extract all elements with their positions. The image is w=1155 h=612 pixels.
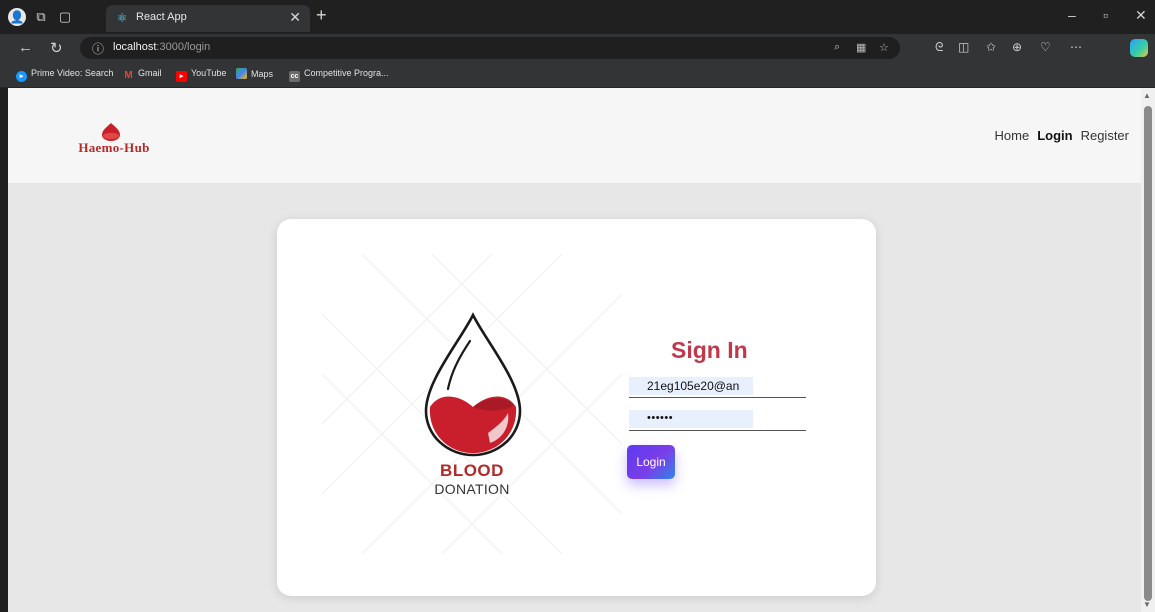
minimize-icon[interactable]: – (1068, 7, 1076, 23)
site-navbar: Haemo-Hub Home Login Register (8, 88, 1141, 183)
tab-actions-icon[interactable]: ▢ (56, 8, 74, 26)
donation-subtitle: DONATION (434, 481, 510, 497)
more-menu-icon[interactable]: ⋯ (1070, 40, 1082, 54)
email-field[interactable]: 21eg105e20@an (629, 376, 806, 398)
nav-register-link[interactable]: Register (1081, 128, 1129, 143)
email-value: 21eg105e20@an (647, 379, 740, 393)
site-menu: Home Login Register (987, 128, 1130, 143)
scroll-thumb[interactable] (1144, 106, 1152, 601)
split-screen-icon[interactable]: ◫ (958, 40, 969, 54)
reader-view-icon[interactable]: ▦ (856, 41, 866, 54)
close-window-icon[interactable]: ✕ (1135, 7, 1147, 24)
blood-drop-logo-icon (102, 123, 120, 141)
site-info-icon[interactable]: ⓘ (92, 40, 104, 57)
login-card: BLOOD DONATION Sign In 21eg105e20@an •••… (277, 219, 876, 596)
bookmark-competitive-programming[interactable]: cc Competitive Progra... (289, 68, 389, 82)
page-scrollbar[interactable]: ▲ ▼ (1141, 88, 1155, 612)
bookmarks-bar: ▸ Prime Video: Search M Gmail ▸ YouTube Map… (0, 62, 1155, 88)
bookmark-youtube[interactable]: ▸ YouTube (176, 68, 226, 82)
play-icon: ▸ (16, 71, 27, 82)
address-bar[interactable]: ⓘ localhost:3000/login ⌕ ▦ ☆ (80, 37, 900, 59)
react-favicon-icon: ⚛ (116, 11, 128, 25)
bookmark-gmail[interactable]: M Gmail (123, 68, 161, 81)
login-button[interactable]: Login (627, 445, 675, 479)
haemo-hub-logo[interactable]: Haemo-Hub (54, 122, 174, 156)
collections-icon[interactable]: ⊕ (1012, 40, 1022, 54)
scroll-down-icon[interactable]: ▼ (1143, 600, 1151, 609)
profile-icon[interactable]: 👤 (8, 8, 26, 26)
tab-react-app[interactable]: ⚛ React App ✕ (106, 5, 310, 32)
gmail-icon: M (124, 70, 133, 81)
nav-home-link[interactable]: Home (995, 128, 1030, 143)
refresh-icon[interactable]: ↻ (50, 39, 63, 57)
search-icon[interactable]: ⌕ (834, 41, 840, 54)
extension-icon[interactable]: ᘓ (935, 40, 943, 55)
password-mask: •••••• (647, 412, 674, 424)
tab-title: React App (136, 11, 187, 23)
blood-drop-illustration-icon (424, 312, 522, 457)
favorites-icon[interactable]: ✩ (986, 40, 996, 54)
scroll-up-icon[interactable]: ▲ (1143, 91, 1151, 100)
browser-tab-bar: 👤 ⧉ ▢ ⚛ React App ✕ + – ▫ ✕ (0, 0, 1155, 34)
copilot-icon[interactable] (1130, 39, 1148, 57)
new-tab-icon[interactable]: + (316, 5, 327, 26)
address-toolbar: ← ↻ ⓘ localhost:3000/login ⌕ ▦ ☆ ᘓ ◫ ✩ ⊕… (0, 34, 1155, 62)
workspaces-icon[interactable]: ⧉ (32, 8, 50, 26)
nav-login-link[interactable]: Login (1037, 128, 1072, 143)
sign-in-heading: Sign In (671, 337, 748, 363)
browser-essentials-icon[interactable]: ♡ (1040, 40, 1051, 54)
bookmark-maps[interactable]: Maps (236, 68, 273, 79)
bookmark-prime-video[interactable]: ▸ Prime Video: Search (16, 68, 113, 82)
restore-icon[interactable]: ▫ (1103, 7, 1108, 23)
url-text: localhost:3000/login (113, 41, 211, 53)
page-viewport: Haemo-Hub Home Login Register BLOOD DONA… (8, 88, 1141, 612)
logo-text: Haemo-Hub (78, 140, 150, 155)
blood-title: BLOOD (440, 461, 504, 480)
favorite-star-icon[interactable]: ☆ (879, 41, 889, 54)
cc-icon: cc (289, 71, 300, 82)
tab-close-icon[interactable]: ✕ (289, 9, 301, 26)
youtube-icon: ▸ (176, 71, 187, 82)
password-field[interactable]: •••••• (629, 409, 806, 431)
back-arrow-icon[interactable]: ← (18, 39, 33, 56)
maps-icon (236, 68, 247, 79)
